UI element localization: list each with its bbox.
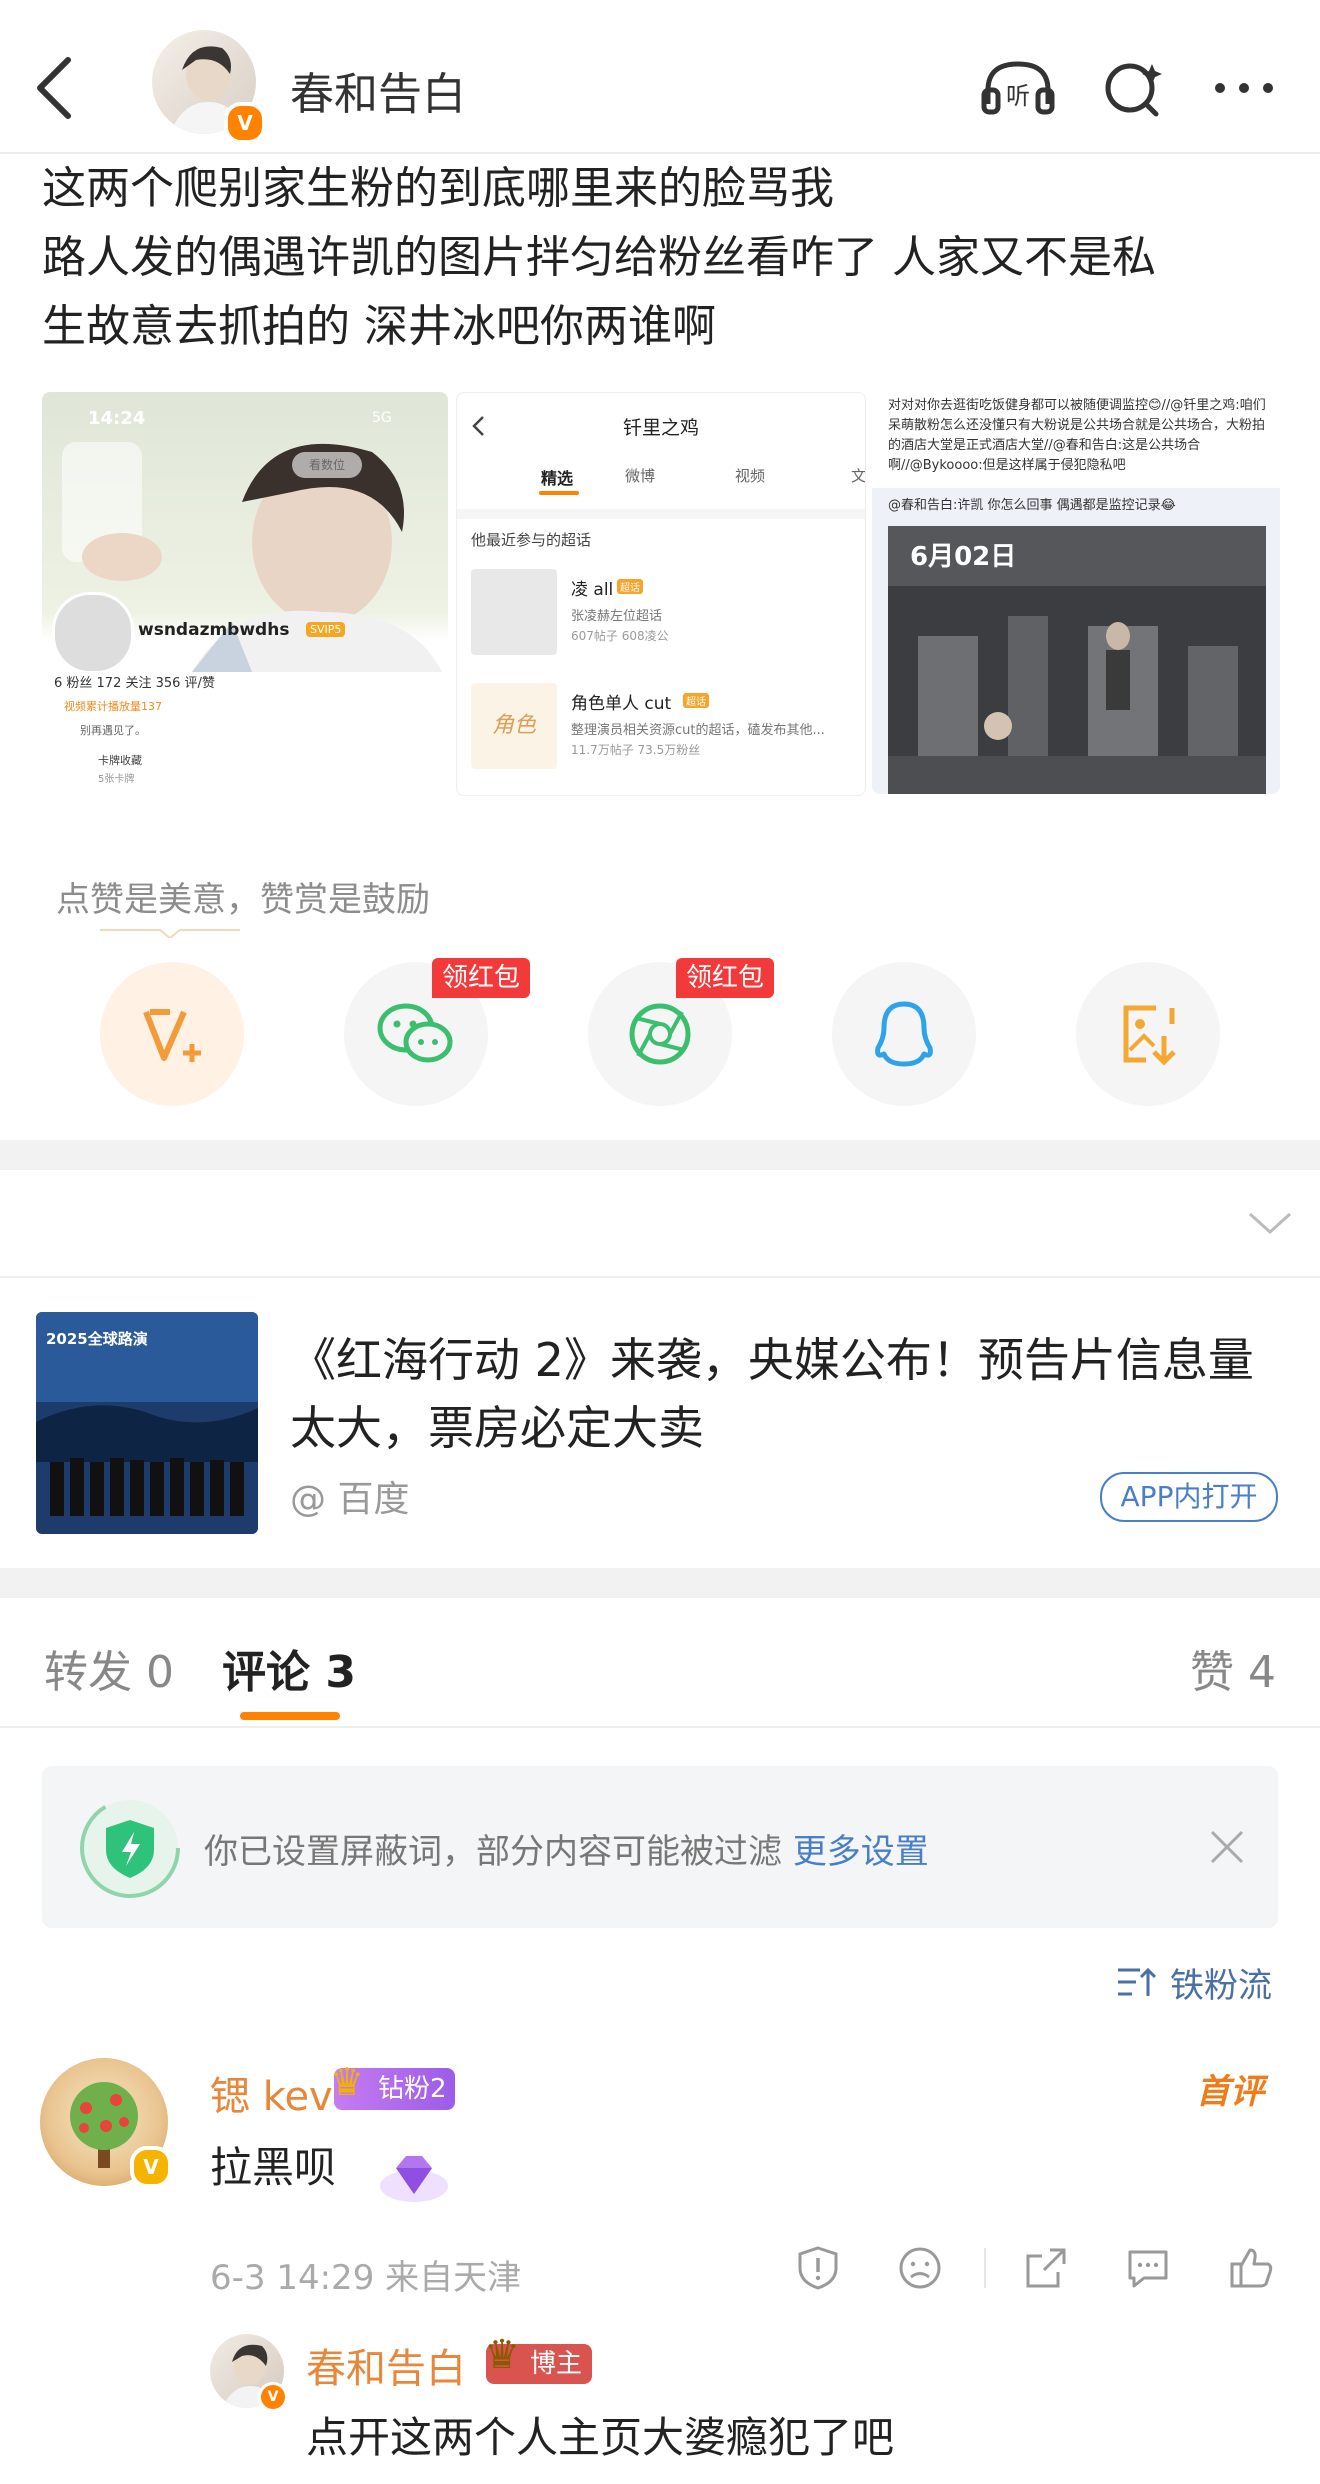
image-section-title: 他最近参与的超话 <box>471 531 592 549</box>
filter-notice: 你已设置屏蔽词，部分内容可能被过滤 更多设置 <box>42 1766 1278 1928</box>
reply-text: 点开这两个人主页大婆瘾犯了吧 <box>306 2413 895 2462</box>
topic-name-2: 角色单人 cut <box>571 694 672 714</box>
image-quote-text: @春和告白:许凯 你怎么回事 偶遇都是监控记录😂 <box>888 498 1176 513</box>
share-qq-button[interactable] <box>832 962 976 1106</box>
ad-thumbnail[interactable]: 2025全球路演 <box>36 1312 258 1534</box>
open-in-app-button[interactable]: APP内打开 <box>1100 1472 1278 1522</box>
profile-line-4: 5张卡牌 <box>98 774 135 785</box>
section-divider <box>0 1140 1320 1170</box>
profile-line-3: 卡牌收藏 <box>98 754 142 767</box>
reply-author-name[interactable]: 春和告白 <box>306 2336 466 2394</box>
post-line: 路人发的偶遇许凯的图片拌匀给粉丝看咋了 人家又不是私 <box>42 232 1156 283</box>
sort-label[interactable]: 铁粉流 <box>1170 1958 1272 2007</box>
post-image-2[interactable]: 钎里之鸡 精选 微博 视频 文 他最近参与的超话 凌 all 超话 张凌赫左位超… <box>456 392 866 796</box>
top-bar: V 春和告白 听 <box>0 0 1320 154</box>
collapse-chevron-icon[interactable] <box>1246 1208 1294 1238</box>
ad-thumb-text: 2025全球路演 <box>46 1330 148 1348</box>
save-image-button[interactable] <box>1076 962 1220 1106</box>
profile-stats: 6 粉丝 172 关注 356 评/赞 <box>54 676 215 691</box>
gem-sticker-icon <box>380 2156 448 2202</box>
back-arrow-icon[interactable] <box>28 48 88 128</box>
more-icon[interactable] <box>1206 58 1286 118</box>
reply-comment-icon[interactable] <box>1124 2244 1172 2292</box>
vip-badge: SVIP5 <box>306 622 346 637</box>
post-text: 这两个爬别家生粉的到底哪里来的脸骂我 路人发的偶遇许凯的图片拌匀给粉丝看咋了 人… <box>42 154 1292 361</box>
crown-icon: ♛ <box>484 2332 520 2378</box>
profile-line-1: 视频累计播放量137 <box>64 700 162 713</box>
share-icon[interactable] <box>1022 2244 1070 2292</box>
tab-repost[interactable]: 转发 0 <box>44 1636 174 1700</box>
image-tab-underline <box>539 491 579 495</box>
red-packet-badge[interactable]: 领红包 <box>432 958 531 998</box>
section-divider <box>0 1568 1320 1598</box>
image-tab-video: 视频 <box>735 467 766 485</box>
tab-comment[interactable]: 评论 3 <box>222 1636 356 1700</box>
reward-caption: 点赞是美意，赞赏是鼓励 <box>56 880 430 920</box>
verified-badge: V <box>224 102 266 144</box>
first-comment-tag: 首评 <box>1196 2072 1264 2112</box>
topic-tag-2: 超话 <box>683 693 709 708</box>
video-date: 6月02日 <box>910 542 1017 572</box>
close-icon[interactable] <box>1208 1828 1246 1866</box>
post-image-1[interactable]: 14:24 5G 看数位 wsndazmbwdhs SVIP5 6 粉丝 172… <box>42 392 448 794</box>
post-image-3[interactable]: 对对对你去逛街吃饭健身都可以被随便调监控😊//@钎里之鸡:咱们呆萌散粉怎么还没懂… <box>872 392 1280 794</box>
ad-source: @ 百度 <box>290 1479 410 1520</box>
action-separator <box>984 2248 986 2288</box>
gym-video-thumbnail: 6月02日 <box>888 526 1266 794</box>
ad-title[interactable]: 《红海行动 2》来袭，央媒公布！预告片信息量太大，票房必定大卖 <box>290 1326 1290 1462</box>
search-icon[interactable] <box>1094 58 1174 118</box>
image-tab-weibo: 微博 <box>625 467 656 485</box>
save-image-icon <box>1123 1005 1176 1066</box>
profile-line-2: 别再遇见了。 <box>80 724 146 737</box>
dislike-face-icon[interactable] <box>896 2244 944 2292</box>
reward-v-icon <box>143 1009 201 1062</box>
crown-icon: ♛ <box>330 2060 365 2104</box>
listen-icon-label: 听 <box>1006 82 1030 110</box>
comment-text: 拉黑呗 <box>210 2143 337 2192</box>
verified-badge: V <box>130 2146 172 2188</box>
profile-username: wsndazmbwdhs <box>138 620 290 640</box>
profile-avatar <box>52 592 134 674</box>
author-name[interactable]: 春和告白 <box>290 58 466 122</box>
verified-badge: V <box>258 2382 288 2412</box>
active-tab-indicator <box>240 1712 340 1720</box>
post-line: 生故意去抓拍的 深井冰吧你两谁啊 <box>42 301 716 352</box>
image-tab-featured: 精选 <box>541 469 574 488</box>
topic-desc-1: 张凌赫左位超话 <box>571 609 663 624</box>
image-separator <box>457 509 865 519</box>
image-repost-text: 对对对你去逛街吃饭健身都可以被随便调监控😊//@钎里之鸡:咱们呆萌散粉怎么还没懂… <box>888 398 1266 473</box>
red-packet-badge[interactable]: 领红包 <box>676 958 775 998</box>
comment-meta: 6-3 14:29 来自天津 <box>210 2258 522 2298</box>
caption-pointer <box>100 929 240 938</box>
topic-desc-2: 整理演员相关资源cut的超话，磕发布其他... <box>571 723 825 738</box>
commenter-name[interactable]: 锶 kev <box>210 2064 333 2122</box>
topic-thumb-2: 角色 <box>471 683 557 769</box>
topic-thumb-1 <box>471 569 557 655</box>
image-tab-more: 文 <box>851 467 866 485</box>
topic-name-1: 凌 all <box>571 580 614 600</box>
reward-button[interactable] <box>100 962 244 1106</box>
more-settings-link[interactable]: 更多设置 <box>793 1832 929 1872</box>
post-line: 这两个爬别家生粉的到底哪里来的脸骂我 <box>42 163 834 214</box>
ad-top-border <box>0 1276 1320 1278</box>
tab-like[interactable]: 赞 4 <box>1190 1636 1276 1700</box>
image-page-title: 钎里之鸡 <box>622 417 699 439</box>
qq-icon <box>875 1001 933 1067</box>
follow-button: 看数位 <box>292 452 362 478</box>
like-thumb-icon[interactable] <box>1228 2244 1276 2292</box>
notice-message: 你已设置屏蔽词，部分内容可能被过滤 <box>204 1832 782 1872</box>
shield-icon <box>80 1798 180 1898</box>
notice-text: 你已设置屏蔽词，部分内容可能被过滤 更多设置 <box>204 1824 929 1873</box>
report-icon[interactable] <box>794 2244 842 2292</box>
sort-icon[interactable] <box>1116 1962 1156 2002</box>
topic-stats-2: 11.7万帖子 73.5万粉丝 <box>571 743 701 757</box>
listen-icon[interactable]: 听 <box>978 58 1058 118</box>
topic-tag-1: 超话 <box>617 579 643 594</box>
tabs-divider <box>0 1726 1320 1728</box>
topic-stats-1: 607帖子 608凌公 <box>571 629 669 643</box>
